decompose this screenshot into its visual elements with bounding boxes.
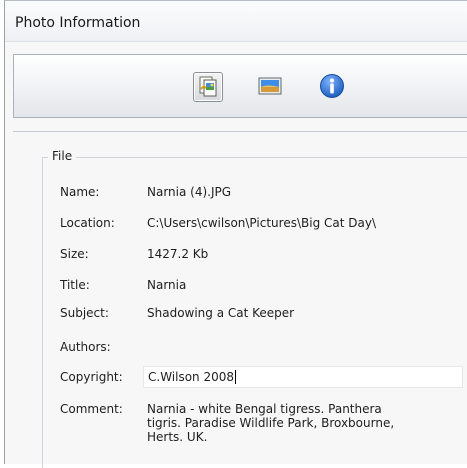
- picture-button[interactable]: [255, 72, 285, 102]
- name-value: Narnia (4).JPG: [147, 185, 232, 199]
- subject-value[interactable]: Shadowing a Cat Keeper: [147, 306, 294, 320]
- subject-label: Subject:: [60, 306, 109, 320]
- location-label: Location:: [60, 216, 115, 230]
- file-properties-button[interactable]: [193, 72, 223, 102]
- info-icon: [319, 73, 345, 102]
- comment-label: Comment:: [60, 402, 123, 416]
- info-button[interactable]: [317, 72, 347, 102]
- copyright-label: Copyright:: [60, 370, 123, 384]
- location-value: C:\Users\cwilson\Pictures\Big Cat Day\: [147, 216, 376, 230]
- size-value: 1427.2 Kb: [147, 247, 209, 261]
- view-toolbar: [13, 54, 467, 118]
- copyright-value: C.Wilson 2008: [148, 370, 235, 384]
- title-bar[interactable]: Photo Information: [5, 1, 467, 42]
- title-label: Title:: [60, 278, 90, 292]
- copyright-input[interactable]: C.Wilson 2008: [143, 366, 463, 388]
- authors-label: Authors:: [60, 340, 111, 354]
- comment-value[interactable]: Narnia - white Bengal tigress. Panthera …: [147, 402, 463, 444]
- file-properties-icon: [197, 75, 219, 100]
- title-value[interactable]: Narnia: [147, 278, 186, 292]
- text-caret: [235, 370, 237, 384]
- window-title: Photo Information: [15, 15, 141, 31]
- picture-icon: [258, 76, 282, 99]
- name-label: Name:: [60, 185, 100, 199]
- file-group-label: File: [48, 149, 77, 163]
- separator-line: [13, 131, 467, 132]
- size-label: Size:: [60, 247, 89, 261]
